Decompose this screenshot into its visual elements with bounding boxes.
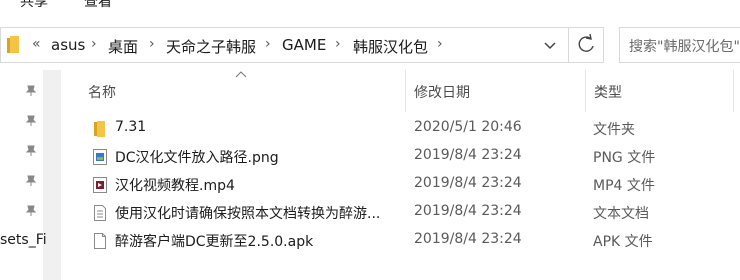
nav-item-label[interactable]: sets_Fi [0, 232, 47, 248]
video-icon [93, 177, 107, 193]
file-row[interactable]: 汉化视频教程.mp4 2019/8/4 23:24 MP4 文件 [80, 172, 740, 198]
breadcrumb-separator[interactable]: › [149, 36, 155, 52]
breadcrumb-asus[interactable]: asus [51, 36, 85, 54]
pin-icon[interactable] [24, 173, 38, 187]
file-modified-date: 2019/8/4 23:24 [414, 175, 522, 191]
file-modified-date: 2019/8/4 23:24 [414, 147, 522, 163]
breadcrumb-game-root[interactable]: 天命之子韩服 [166, 36, 256, 57]
file-row[interactable]: 醉游客户端DC更新至2.5.0.apk 2019/8/4 23:24 APK 文… [80, 228, 740, 254]
search-placeholder: 搜索"韩服汉化包" [629, 39, 740, 55]
file-name: 醉游客户端DC更新至2.5.0.apk [115, 234, 314, 250]
file-row[interactable]: 使用汉化时请确保按照本文档转换为醉游... 2019/8/4 23:24 文本文… [80, 200, 740, 226]
file-modified-date: 2019/8/4 23:24 [414, 231, 522, 247]
ribbon-tabs: 共享 查看 [0, 0, 740, 22]
file-type: APK 文件 [593, 234, 653, 250]
breadcrumb-current-folder[interactable]: 韩服汉化包 [353, 36, 428, 57]
column-divider[interactable] [585, 70, 586, 112]
refresh-button[interactable] [568, 27, 604, 63]
folder-icon [94, 121, 105, 137]
file-name: 7.31 [115, 119, 147, 135]
apk-icon [94, 233, 106, 249]
breadcrumb-game[interactable]: GAME [282, 36, 326, 54]
column-header-date[interactable]: 修改日期 [414, 82, 470, 102]
folder-icon [7, 36, 19, 53]
file-modified-date: 2020/5/1 20:46 [414, 119, 522, 135]
file-row[interactable]: DC汉化文件放入路径.png 2019/8/4 23:24 PNG 文件 [80, 144, 740, 170]
file-type: MP4 文件 [593, 178, 655, 194]
search-input[interactable]: 搜索"韩服汉化包" [619, 27, 740, 63]
png-icon [93, 149, 107, 165]
overflow-chevron-icon[interactable]: « [32, 36, 41, 52]
column-header-type[interactable]: 类型 [594, 82, 622, 102]
navigation-pane-scrollbar[interactable] [43, 70, 61, 280]
address-bar[interactable]: « asus › 桌面 › 天命之子韩服 › GAME › 韩服汉化包 › [0, 27, 599, 63]
pin-icon[interactable] [24, 143, 38, 157]
chevron-down-icon[interactable] [539, 36, 561, 56]
breadcrumb-separator[interactable]: › [265, 36, 271, 52]
file-name: DC汉化文件放入路径.png [115, 150, 279, 166]
pin-icon[interactable] [24, 113, 38, 127]
file-type: 文件夹 [593, 122, 635, 138]
pin-icon[interactable] [24, 83, 38, 97]
pin-icon[interactable] [24, 203, 38, 217]
file-type: PNG 文件 [593, 150, 656, 166]
column-header-name[interactable]: 名称 [88, 82, 116, 102]
tab-view[interactable]: 查看 [84, 0, 112, 11]
breadcrumb-desktop[interactable]: 桌面 [108, 36, 138, 57]
file-row[interactable]: 7.31 2020/5/1 20:46 文件夹 [80, 116, 740, 142]
refresh-icon [578, 33, 594, 52]
file-name: 使用汉化时请确保按照本文档转换为醉游... [115, 206, 381, 222]
column-divider[interactable] [405, 70, 406, 112]
file-modified-date: 2019/8/4 23:24 [414, 203, 522, 219]
breadcrumb-separator[interactable]: › [91, 36, 97, 52]
text-doc-icon [94, 205, 106, 221]
breadcrumb-separator[interactable]: › [437, 36, 443, 52]
column-divider[interactable] [733, 70, 734, 112]
breadcrumb-separator[interactable]: › [335, 36, 341, 52]
tab-share[interactable]: 共享 [20, 0, 48, 11]
file-name: 汉化视频教程.mp4 [115, 178, 235, 194]
file-type: 文本文档 [593, 206, 649, 222]
sort-ascending-icon [235, 71, 247, 78]
